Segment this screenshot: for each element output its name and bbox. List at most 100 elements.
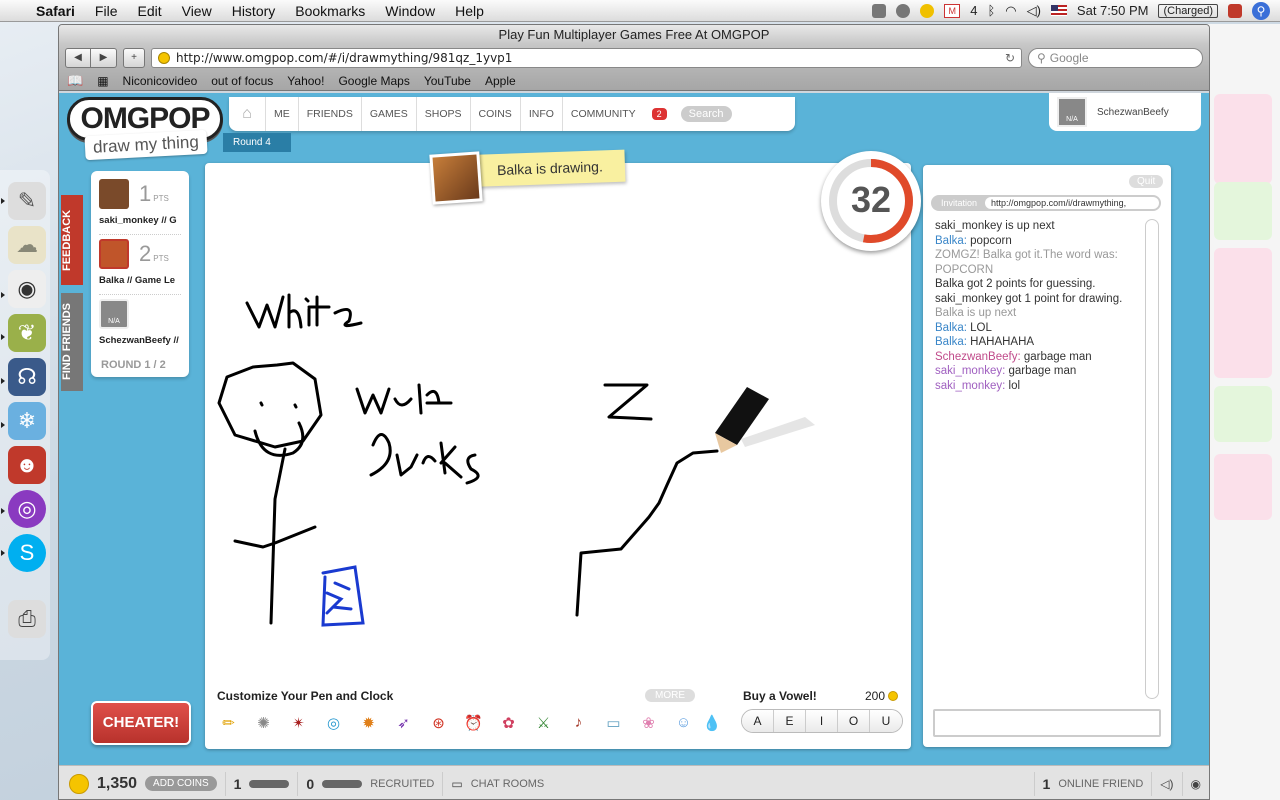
- bluetooth-icon[interactable]: ᛒ: [987, 3, 995, 18]
- sound-icon[interactable]: ◁): [1160, 777, 1173, 791]
- menu-edit[interactable]: Edit: [127, 3, 171, 19]
- player-row[interactable]: 2 PTS Balka // Game Le: [99, 235, 181, 295]
- bunny-icon[interactable]: ❀: [635, 709, 662, 736]
- site-search-button[interactable]: Search: [680, 106, 732, 122]
- bookmarks-book-icon[interactable]: 📖: [67, 73, 83, 89]
- url-text[interactable]: http://www.omgpop.com/#/i/drawmything/98…: [176, 51, 512, 65]
- forward-button[interactable]: ▶: [91, 48, 117, 68]
- username[interactable]: SchezwanBeefy: [1097, 107, 1169, 118]
- sunflower-icon[interactable]: ✹: [355, 709, 382, 736]
- gmail-icon[interactable]: M: [944, 3, 961, 18]
- nav-games[interactable]: GAMES: [360, 97, 416, 131]
- shield-icon[interactable]: [1228, 3, 1242, 18]
- bandage-icon[interactable]: ▭: [600, 709, 627, 736]
- bunny-face-icon[interactable]: ☺: [670, 709, 697, 736]
- home-icon[interactable]: ⌂: [235, 105, 259, 123]
- chat-sender[interactable]: Balka:: [935, 235, 967, 247]
- script-editor-icon[interactable]: ✎: [8, 182, 46, 220]
- flower-icon[interactable]: ✿: [495, 709, 522, 736]
- rocket-icon[interactable]: ➶: [390, 709, 417, 736]
- add-bookmark-button[interactable]: +: [123, 48, 145, 68]
- reload-icon[interactable]: ↻: [1005, 51, 1015, 65]
- scanner-app-icon[interactable]: ⎙: [8, 600, 46, 638]
- chat-input[interactable]: [933, 709, 1161, 737]
- vowel-i-button[interactable]: I: [806, 710, 838, 732]
- chat-sender[interactable]: Balka:: [935, 336, 967, 348]
- online-friend-link[interactable]: ONLINE FRIEND: [1058, 778, 1143, 790]
- top-sites-grid-icon[interactable]: ▦: [97, 74, 108, 88]
- drawing-board[interactable]: Customize Your Pen and Clock MORE ✏ ✺ ✴ …: [205, 163, 911, 749]
- vowel-e-button[interactable]: E: [774, 710, 806, 732]
- back-button[interactable]: ◀: [65, 48, 91, 68]
- nav-info[interactable]: INFO: [519, 97, 562, 131]
- octopus-icon[interactable]: ✴: [285, 709, 312, 736]
- cloud-app-icon[interactable]: ☁: [8, 226, 46, 264]
- nav-coins[interactable]: COINS: [469, 97, 520, 131]
- leaf-app-icon[interactable]: ❦: [8, 314, 46, 352]
- search-field[interactable]: ⚲ Google: [1028, 48, 1203, 68]
- menu-bookmarks[interactable]: Bookmarks: [285, 3, 375, 19]
- nav-community[interactable]: COMMUNITY: [561, 97, 644, 131]
- chat-bubble-icon[interactable]: ▭: [451, 777, 462, 791]
- more-pens-button[interactable]: MORE: [645, 689, 695, 702]
- drop-icon[interactable]: 💧: [703, 709, 722, 736]
- chat-rooms-link[interactable]: CHAT ROOMS: [471, 778, 545, 790]
- spotlight-icon[interactable]: ⚲: [1252, 1, 1270, 20]
- nav-shops[interactable]: SHOPS: [415, 97, 470, 131]
- battery-status[interactable]: (Charged): [1158, 3, 1218, 18]
- lifesaver-icon[interactable]: ⊛: [425, 709, 452, 736]
- user-box[interactable]: N/A SchezwanBeefy: [1049, 93, 1201, 131]
- alien-icon[interactable]: [896, 3, 911, 18]
- chat-scrollbar[interactable]: [1145, 219, 1159, 699]
- orb-app-icon[interactable]: ◎: [8, 490, 46, 528]
- find-friends-tab[interactable]: FIND FRIENDS: [61, 293, 83, 391]
- cheater-button[interactable]: CHEATER!: [91, 701, 191, 745]
- target-icon[interactable]: ◎: [320, 709, 347, 736]
- bookmark-item[interactable]: Apple: [485, 74, 516, 88]
- volume-icon[interactable]: ◁): [1027, 3, 1041, 19]
- pencil-icon[interactable]: ✏: [215, 709, 242, 736]
- vowel-a-button[interactable]: A: [742, 710, 774, 732]
- player-row[interactable]: N/A SchezwanBeefy //: [99, 295, 181, 355]
- vowel-o-button[interactable]: O: [838, 710, 870, 732]
- bubbles-app-icon[interactable]: ❄: [8, 402, 46, 440]
- quit-button[interactable]: Quit: [1129, 175, 1164, 188]
- menu-history[interactable]: History: [222, 3, 286, 19]
- vowel-u-button[interactable]: U: [870, 710, 902, 732]
- bookmark-item[interactable]: YouTube: [424, 74, 471, 88]
- invitation-url[interactable]: http://omgpop.com/i/drawmything,: [985, 197, 1159, 209]
- feedback-tab[interactable]: FEEDBACK: [61, 195, 83, 285]
- paint-splat-icon[interactable]: ✺: [250, 709, 277, 736]
- speaker-icon[interactable]: ◉: [8, 270, 46, 308]
- wifi-icon[interactable]: ◠: [1005, 3, 1016, 19]
- clock[interactable]: Sat 7:50 PM: [1077, 3, 1149, 18]
- menu-window[interactable]: Window: [375, 3, 445, 19]
- address-bar[interactable]: http://www.omgpop.com/#/i/drawmything/98…: [151, 48, 1022, 68]
- sword-icon[interactable]: ⚔: [530, 709, 557, 736]
- nav-me[interactable]: ME: [265, 97, 298, 131]
- notification-badge[interactable]: 2: [651, 108, 667, 120]
- chat-sender[interactable]: saki_monkey:: [935, 365, 1005, 377]
- eye-icon[interactable]: ◉: [1191, 777, 1201, 791]
- menu-view[interactable]: View: [172, 3, 222, 19]
- skype-icon[interactable]: S: [8, 534, 46, 572]
- bookmark-item[interactable]: Google Maps: [338, 74, 409, 88]
- bookmark-item[interactable]: out of focus: [211, 74, 273, 88]
- drawing-canvas[interactable]: [205, 163, 911, 683]
- bookmark-item[interactable]: Yahoo!: [287, 74, 324, 88]
- chat-sender[interactable]: SchezwanBeefy:: [935, 351, 1021, 363]
- input-flag-icon[interactable]: [1050, 5, 1067, 16]
- robot-app-icon[interactable]: ☻: [8, 446, 46, 484]
- moon-icon[interactable]: [920, 3, 935, 18]
- bookmark-item[interactable]: Niconicovideo: [123, 74, 198, 88]
- chat-sender[interactable]: Balka:: [935, 322, 967, 334]
- alarm-clock-icon[interactable]: ⏰: [460, 709, 487, 736]
- menu-file[interactable]: File: [85, 3, 128, 19]
- headset-icon[interactable]: ☊: [8, 358, 46, 396]
- add-coins-button[interactable]: ADD COINS: [145, 776, 217, 791]
- menu-help[interactable]: Help: [445, 3, 494, 19]
- nav-friends[interactable]: FRIENDS: [297, 97, 361, 131]
- microphone-icon[interactable]: ♪: [565, 709, 592, 736]
- chat-sender[interactable]: saki_monkey:: [935, 380, 1005, 392]
- calendar-icon[interactable]: [872, 3, 887, 18]
